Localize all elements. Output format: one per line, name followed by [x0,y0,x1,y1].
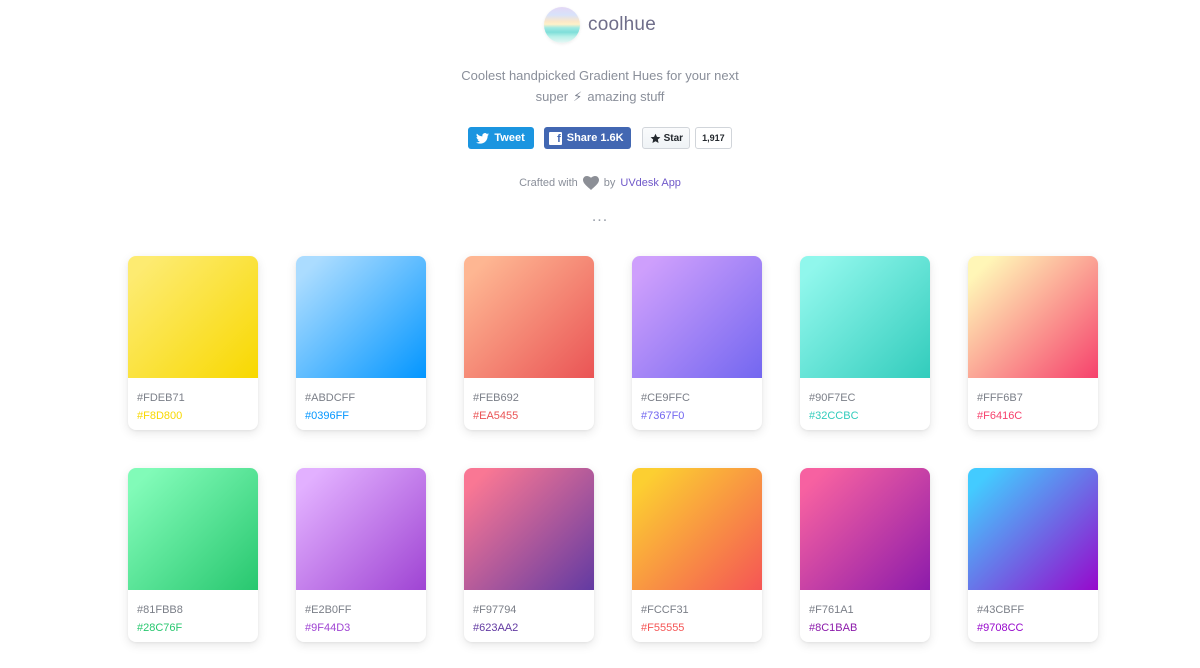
gradient-card[interactable]: #81FBB8 #28C76F [128,468,258,642]
end-color-code[interactable]: #7367F0 [641,407,762,425]
twitter-bird-icon [476,132,490,144]
end-color-code[interactable]: #EA5455 [473,407,594,425]
end-color-code[interactable]: #32CCBC [809,407,930,425]
start-color-code[interactable]: #E2B0FF [305,601,426,619]
gradient-codes: #F97794 #623AA2 [464,590,594,637]
star-icon [650,133,661,143]
end-color-code[interactable]: #9F44D3 [305,619,426,637]
gradient-swatch[interactable] [464,256,594,378]
tagline: Coolest handpicked Gradient Hues for you… [0,65,1200,107]
brand-name[interactable]: coolhue [588,14,656,36]
tagline-line-2: super ⚡ amazing stuff [0,86,1200,107]
gradient-card[interactable]: #CE9FFC #7367F0 [632,256,762,430]
star-count[interactable]: 1,917 [695,127,732,149]
start-color-code[interactable]: #F97794 [473,601,594,619]
start-color-code[interactable]: #CE9FFC [641,389,762,407]
start-color-code[interactable]: #FCCF31 [641,601,762,619]
gradient-swatch[interactable] [800,256,930,378]
credit-prefix: Crafted with [519,177,578,189]
gradient-swatch[interactable] [800,468,930,590]
end-color-code[interactable]: #8C1BAB [809,619,930,637]
gradient-swatch[interactable] [128,468,258,590]
star-label: Star [663,132,684,144]
gradient-swatch[interactable] [632,468,762,590]
social-buttons: Tweet f Share 1.6K Star 1,917 [0,127,1200,149]
brand-header: coolhue [0,7,1200,43]
end-color-code[interactable]: #0396FF [305,407,426,425]
github-star-button[interactable]: Star [641,127,691,149]
start-color-code[interactable]: #F761A1 [809,601,930,619]
coolhue-logo[interactable] [544,7,581,43]
gradient-swatch[interactable] [296,468,426,590]
start-color-code[interactable]: #90F7EC [809,389,930,407]
facebook-icon: f [548,131,562,145]
gradient-swatch[interactable] [968,256,1098,378]
start-color-code[interactable]: #ABDCFF [305,389,426,407]
gradient-swatch[interactable] [464,468,594,590]
start-color-code[interactable]: #81FBB8 [137,601,258,619]
gradient-card[interactable]: #F97794 #623AA2 [464,468,594,642]
start-color-code[interactable]: #43CBFF [977,601,1098,619]
start-color-code[interactable]: #FDEB71 [137,389,258,407]
section-divider: ... [591,208,609,225]
gradient-swatch[interactable] [968,468,1098,590]
gradient-card[interactable]: #E2B0FF #9F44D3 [296,468,426,642]
tagline-super: super [535,89,569,104]
tweet-button[interactable]: Tweet [468,127,534,149]
end-color-code[interactable]: #623AA2 [473,619,594,637]
end-color-code[interactable]: #F55555 [641,619,762,637]
end-color-code[interactable]: #28C76F [137,619,258,637]
gradient-card[interactable]: #FCCF31 #F55555 [632,468,762,642]
credit-by: by [603,177,616,189]
lightning-icon: ⚡ [573,89,583,104]
start-color-code[interactable]: #FFF6B7 [977,389,1098,407]
end-color-code[interactable]: #F8D800 [137,407,258,425]
gradient-swatch[interactable] [632,256,762,378]
end-color-code[interactable]: #9708CC [977,619,1098,637]
gradient-card[interactable]: #ABDCFF #0396FF [296,256,426,430]
gradient-swatch[interactable] [296,256,426,378]
gradient-codes: #FEB692 #EA5455 [464,378,594,425]
gradient-card[interactable]: #43CBFF #9708CC [968,468,1098,642]
end-color-code[interactable]: #F6416C [977,407,1098,425]
gradient-codes: #E2B0FF #9F44D3 [296,590,426,637]
gradient-swatch[interactable] [128,256,258,378]
credit-line: Crafted with by UVdesk App [0,176,1200,190]
gradient-codes: #F761A1 #8C1BAB [800,590,930,637]
tagline-line-1: Coolest handpicked Gradient Hues for you… [461,68,739,83]
start-color-code[interactable]: #FEB692 [473,389,594,407]
tweet-label: Tweet [494,132,525,144]
page: coolhue Coolest handpicked Gradient Hues… [0,0,1200,668]
gradient-codes: #FDEB71 #F8D800 [128,378,258,425]
gradient-codes: #ABDCFF #0396FF [296,378,426,425]
gradient-card[interactable]: #90F7EC #32CCBC [800,256,930,430]
gradient-card[interactable]: #FEB692 #EA5455 [464,256,594,430]
gradient-codes: #90F7EC #32CCBC [800,378,930,425]
gradient-codes: #CE9FFC #7367F0 [632,378,762,425]
facebook-share-button[interactable]: f Share 1.6K [543,127,631,149]
gradient-codes: #FCCF31 #F55555 [632,590,762,637]
uvdesk-link[interactable]: UVdesk App [620,177,681,189]
share-label: Share 1.6K [566,132,624,144]
gradient-grid: #FDEB71 #F8D800 #ABDCFF #0396FF #FEB692 #EA54… [128,256,1099,642]
gradient-card[interactable]: #FFF6B7 #F6416C [968,256,1098,430]
gradient-codes: #FFF6B7 #F6416C [968,378,1098,425]
gradient-card[interactable]: #F761A1 #8C1BAB [800,468,930,642]
tagline-amazing: amazing stuff [587,89,665,104]
gradient-card[interactable]: #FDEB71 #F8D800 [128,256,258,430]
gradient-codes: #81FBB8 #28C76F [128,590,258,637]
gradient-codes: #43CBFF #9708CC [968,590,1098,637]
heart-icon [582,176,599,190]
